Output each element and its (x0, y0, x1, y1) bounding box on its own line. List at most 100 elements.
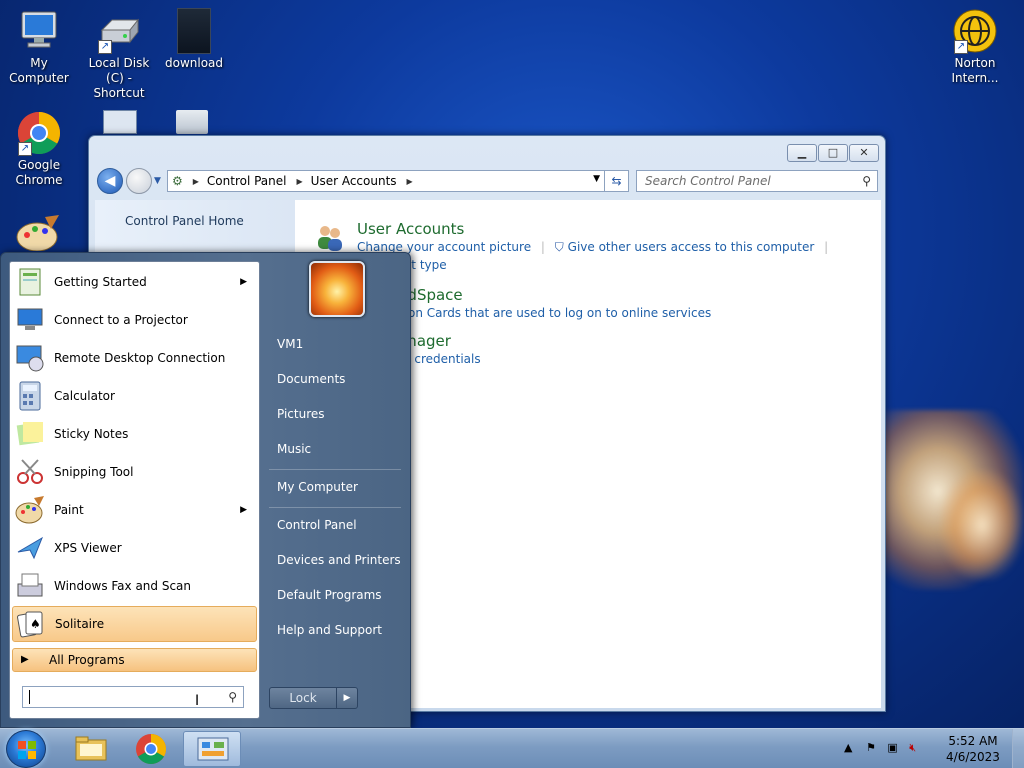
wallpaper-jellyfish-glow (940, 470, 1024, 580)
start-link-default-programs[interactable]: Default Programs (277, 588, 382, 602)
all-programs-button[interactable]: ▶ All Programs (12, 648, 257, 672)
scissors-icon (14, 456, 46, 488)
user-account-picture[interactable] (309, 261, 365, 317)
start-button[interactable] (6, 730, 46, 768)
desktop-icon-google-chrome[interactable]: ↗ Google Chrome (0, 110, 78, 188)
start-item-fax-scan[interactable]: Windows Fax and Scan (12, 568, 257, 604)
minimize-button[interactable]: ▁ (787, 144, 817, 162)
submenu-arrow-icon: ▶ (240, 505, 247, 515)
change-account-type-link[interactable]: e account type (357, 258, 834, 272)
refresh-button[interactable]: ⇆ (605, 170, 629, 192)
maximize-button[interactable]: □ (818, 144, 848, 162)
search-icon[interactable]: ⚲ (862, 171, 871, 191)
breadcrumb-separator-icon: ▶ (406, 176, 413, 186)
start-item-snipping-tool[interactable]: Snipping Tool (12, 454, 257, 490)
start-link-documents[interactable]: Documents (277, 372, 345, 386)
clock-time: 5:52 AM (948, 734, 998, 748)
user-accounts-title[interactable]: User Accounts (357, 220, 834, 238)
projector-icon (14, 304, 46, 336)
refresh-icon: ⇆ (611, 174, 622, 188)
network-icon[interactable]: ▣ (887, 741, 897, 754)
start-item-connect-projector[interactable]: Connect to a Projector (12, 302, 257, 338)
uac-shield-icon: ⛉ (554, 240, 564, 254)
start-item-label: Connect to a Projector (54, 313, 188, 327)
chrome-icon: ↗ (16, 110, 62, 156)
desktop-icon-label: Local Disk (C) - Shortcut (88, 56, 150, 100)
desktop-icon-my-computer[interactable]: My Computer (0, 8, 78, 86)
start-search-input[interactable]: I ⚲ (22, 686, 244, 709)
image-file-icon (177, 8, 211, 54)
search-control-panel-input[interactable]: Search Control Panel ⚲ (636, 170, 878, 192)
start-item-paint[interactable]: Paint ▶ (12, 492, 257, 528)
recent-pages-dropdown[interactable]: ▼ (154, 176, 161, 186)
shutdown-options-arrow-icon[interactable]: ▶ (336, 687, 358, 709)
svg-text:♠: ♠ (30, 617, 41, 631)
folder-icon (75, 736, 107, 761)
start-link-user[interactable]: VM1 (277, 337, 303, 351)
paint-palette-icon (15, 215, 61, 252)
start-link-pictures[interactable]: Pictures (277, 407, 325, 421)
chrome-icon (136, 734, 167, 765)
start-menu-places-pane: VM1 Documents Pictures Music My Computer… (269, 253, 409, 729)
breadcrumb-user-accounts[interactable]: User Accounts (311, 174, 397, 188)
volume-muted-icon[interactable]: 🔇︎ (909, 741, 916, 754)
start-item-solitaire[interactable]: ♠ Solitaire (12, 606, 257, 642)
start-item-xps-viewer[interactable]: XPS Viewer (12, 530, 257, 566)
start-item-label: Getting Started (54, 275, 147, 289)
remote-desktop-icon (14, 342, 46, 374)
address-dropdown-icon[interactable]: ▼ (593, 174, 600, 184)
start-link-help-support[interactable]: Help and Support (277, 623, 382, 637)
start-link-music[interactable]: Music (277, 442, 311, 456)
getting-started-icon (14, 266, 46, 298)
user-accounts-section: User Accounts Change your account pictur… (357, 220, 834, 272)
forward-button[interactable] (126, 168, 152, 194)
start-link-devices-printers[interactable]: Devices and Printers (277, 553, 401, 567)
show-hidden-icons-button[interactable]: ▲ (844, 741, 852, 754)
start-item-getting-started[interactable]: Getting Started ▶ (12, 264, 257, 300)
shortcut-arrow-icon: ↗ (18, 142, 32, 156)
start-item-remote-desktop[interactable]: Remote Desktop Connection (12, 340, 257, 376)
start-item-label: Windows Fax and Scan (54, 579, 192, 593)
start-item-calculator[interactable]: Calculator (12, 378, 257, 414)
submenu-arrow-icon: ▶ (240, 277, 247, 287)
text-caret (29, 690, 30, 704)
breadcrumb-separator-icon: ▶ (192, 176, 199, 186)
desktop-icon-paint[interactable] (10, 215, 66, 253)
breadcrumb-control-panel[interactable]: Control Panel (207, 174, 287, 188)
back-button[interactable]: ◀ (97, 168, 123, 194)
desktop-icon-label: Norton Intern... (951, 56, 999, 85)
start-link-control-panel[interactable]: Control Panel (277, 518, 357, 532)
recycle-bin-icon (176, 110, 208, 134)
desktop-icon-norton[interactable]: ↗ Norton Intern... (936, 8, 1014, 86)
start-menu: Getting Started ▶ Connect to a Projector… (0, 252, 411, 728)
show-desktop-button[interactable] (1012, 729, 1024, 768)
address-bar[interactable]: ⚙ ▶ Control Panel ▶ User Accounts ▶ ▼ (167, 170, 605, 192)
menu-divider (269, 469, 401, 470)
system-tray: ▲ ⚑ ▣ 🔇︎ (844, 741, 916, 755)
breadcrumb-separator-icon: ▶ (296, 176, 303, 186)
action-center-flag-icon[interactable]: ⚑ (866, 741, 876, 754)
desktop-icon-partial-app[interactable] (100, 110, 140, 136)
control-panel-home-link[interactable]: Control Panel Home (125, 214, 244, 228)
search-icon[interactable]: ⚲ (228, 687, 237, 707)
ibeam-cursor-icon: I (195, 693, 200, 709)
taskbar-chrome-button[interactable] (122, 731, 180, 767)
clock[interactable]: 5:52 AM 4/6/2023 (940, 733, 1006, 765)
desktop-icon-local-disk[interactable]: ↗ Local Disk (C) - Shortcut (80, 8, 158, 101)
start-link-my-computer[interactable]: My Computer (277, 480, 358, 494)
lock-button[interactable]: Lock (269, 687, 337, 709)
give-access-link[interactable]: Give other users access to this computer (568, 240, 815, 254)
desktop-icon-recycle-bin[interactable] (172, 110, 212, 136)
triangle-right-icon: ▶ (21, 654, 29, 665)
taskbar-control-panel-button[interactable] (183, 731, 241, 767)
close-button[interactable]: ✕ (849, 144, 879, 162)
desktop-icon-label: My Computer (9, 56, 69, 85)
xps-viewer-icon (14, 532, 46, 564)
paint-palette-icon (14, 494, 46, 526)
clock-date: 4/6/2023 (946, 750, 1000, 764)
start-item-sticky-notes[interactable]: Sticky Notes (12, 416, 257, 452)
control-panel-icon: ⚙ (172, 174, 183, 188)
taskbar-explorer-button[interactable] (62, 731, 120, 767)
hard-drive-icon: ↗ (96, 8, 142, 54)
desktop-icon-download[interactable]: download (155, 8, 233, 71)
